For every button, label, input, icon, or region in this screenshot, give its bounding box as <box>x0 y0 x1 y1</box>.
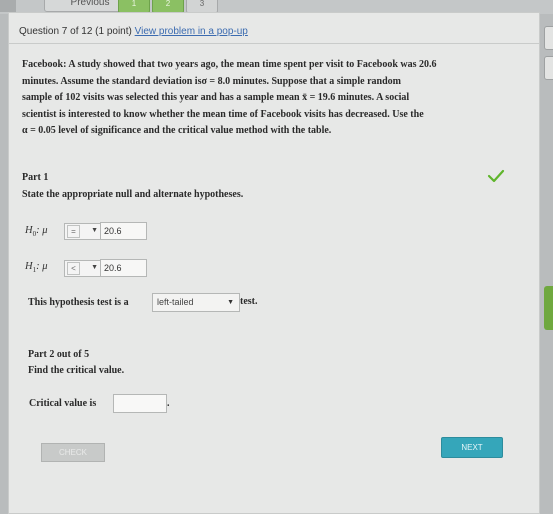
h1-label: H1: μ <box>25 261 48 275</box>
problem-statement: Facebook: A study showed that two years … <box>22 57 527 140</box>
problem-line: minutes. Assume the standard deviation i… <box>22 75 401 87</box>
critical-value-period: . <box>167 398 170 409</box>
question-header: Question 7 of 12 (1 point) View problem … <box>19 26 248 37</box>
problem-line: α = 0.05 level of significance and the c… <box>22 125 332 136</box>
back-arrow-icon[interactable] <box>0 0 16 12</box>
correct-check-icon <box>487 169 505 183</box>
part1-instruction: State the appropriate null and alternate… <box>22 189 244 200</box>
header-divider <box>9 43 539 44</box>
critical-value-input[interactable] <box>113 394 167 413</box>
critical-value-label: Critical value is <box>29 398 97 409</box>
h0-label: H0: μ <box>25 225 48 239</box>
side-green-tab[interactable] <box>544 286 553 330</box>
part2-instruction: Find the critical value. <box>28 365 125 376</box>
test-type-select[interactable]: left-tailed ▼ <box>152 293 240 312</box>
chevron-down-icon: ▼ <box>91 227 98 234</box>
chevron-down-icon: ▼ <box>91 264 98 271</box>
h1-operator-select[interactable]: < ▼ <box>64 260 102 277</box>
test-prefix: This hypothesis test is a <box>28 297 129 308</box>
h0-value-field[interactable]: 20.6 <box>100 222 147 240</box>
popup-link[interactable]: View problem in a pop-up <box>135 26 248 37</box>
question-info: Question 7 of 12 (1 point) <box>19 26 132 37</box>
side-tool-button[interactable] <box>544 26 553 50</box>
test-suffix: test. <box>240 296 258 307</box>
next-button[interactable]: NEXT <box>441 437 503 458</box>
part1-title: Part 1 <box>22 172 49 183</box>
chevron-down-icon: ▼ <box>227 299 234 306</box>
problem-line: sample of 102 visits was selected this y… <box>22 92 410 103</box>
h1-value-field[interactable]: 20.6 <box>100 259 147 277</box>
problem-line: scientist is interested to know whether … <box>22 108 424 120</box>
check-button[interactable]: CHECK <box>41 443 105 462</box>
side-tool-button[interactable] <box>544 56 553 80</box>
h0-operator-select[interactable]: = ▼ <box>64 223 102 240</box>
part2-title: Part 2 out of 5 <box>28 349 90 360</box>
problem-line: Facebook: A study showed that two years … <box>22 59 437 70</box>
question-panel: Question 7 of 12 (1 point) View problem … <box>8 12 540 514</box>
